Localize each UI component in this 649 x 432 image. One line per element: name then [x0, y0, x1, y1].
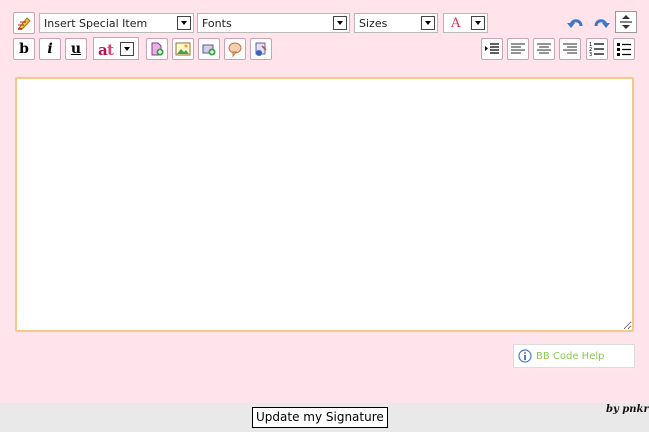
chevron-down-icon — [421, 16, 435, 30]
credit-text: by pnkr — [606, 404, 649, 415]
italic-label: i — [47, 41, 53, 57]
text-effects-icon: a t — [98, 41, 114, 58]
align-right-icon — [563, 43, 577, 54]
numbered-list-button[interactable]: 1 2 3 — [586, 38, 608, 60]
update-signature-button[interactable]: Update my Signature — [252, 407, 388, 428]
resize-editor-button[interactable] — [615, 11, 637, 33]
align-center-button[interactable] — [533, 38, 555, 60]
italic-button[interactable]: i — [39, 38, 61, 60]
text-effects-select[interactable]: a t — [93, 37, 139, 60]
size-select[interactable]: Sizes — [354, 13, 438, 33]
bbcode-help-button[interactable]: BB Code Help — [513, 344, 635, 368]
eraser-pencil-icon — [18, 17, 31, 30]
add-link-icon — [151, 42, 164, 56]
undo-button[interactable] — [566, 14, 586, 32]
chevron-down-icon — [120, 41, 134, 56]
text-color-select[interactable]: A — [443, 13, 488, 33]
svg-text:t: t — [107, 41, 114, 58]
align-center-icon — [537, 43, 551, 54]
insert-link-button[interactable] — [146, 38, 168, 60]
size-label: Sizes — [359, 16, 388, 30]
redo-icon — [594, 19, 610, 28]
info-icon — [518, 349, 532, 363]
svg-text:A: A — [450, 16, 461, 29]
underline-label: u — [70, 41, 82, 57]
add-media-icon — [202, 44, 216, 56]
expand-collapse-icon — [620, 15, 632, 29]
bbcode-help-label: BB Code Help — [536, 350, 605, 362]
image-icon — [175, 42, 191, 56]
font-label: Fonts — [202, 16, 232, 30]
font-color-icon: A — [450, 15, 471, 32]
speech-bubble-icon — [228, 42, 242, 57]
signature-editor[interactable] — [15, 77, 634, 332]
insert-image-button[interactable] — [172, 38, 194, 60]
redo-button[interactable] — [591, 14, 611, 32]
bullet-list-button[interactable] — [613, 38, 635, 60]
align-right-button[interactable] — [559, 38, 581, 60]
insert-media-button[interactable] — [198, 38, 220, 60]
code-icon — [255, 42, 267, 56]
svg-text:3: 3 — [589, 52, 592, 57]
special-item-select[interactable]: Insert Special Item — [39, 13, 194, 33]
underline-button[interactable]: u — [65, 38, 87, 60]
numbered-list-icon: 1 2 3 — [589, 42, 604, 57]
clean-formatting-button[interactable] — [13, 12, 35, 34]
chevron-down-icon — [177, 16, 191, 30]
bullet-list-icon — [617, 43, 631, 56]
undo-icon — [567, 19, 583, 28]
chevron-down-icon — [333, 16, 347, 30]
insert-code-button[interactable] — [250, 38, 272, 60]
insert-quote-button[interactable] — [224, 38, 246, 60]
indent-icon — [485, 43, 499, 54]
align-left-button[interactable] — [507, 38, 529, 60]
align-left-icon — [511, 43, 525, 54]
chevron-down-icon — [471, 16, 485, 30]
bold-label: b — [19, 41, 29, 57]
indent-button[interactable] — [481, 38, 503, 60]
font-select[interactable]: Fonts — [197, 13, 350, 33]
bold-button[interactable]: b — [13, 38, 35, 60]
special-item-label: Insert Special Item — [44, 16, 148, 30]
